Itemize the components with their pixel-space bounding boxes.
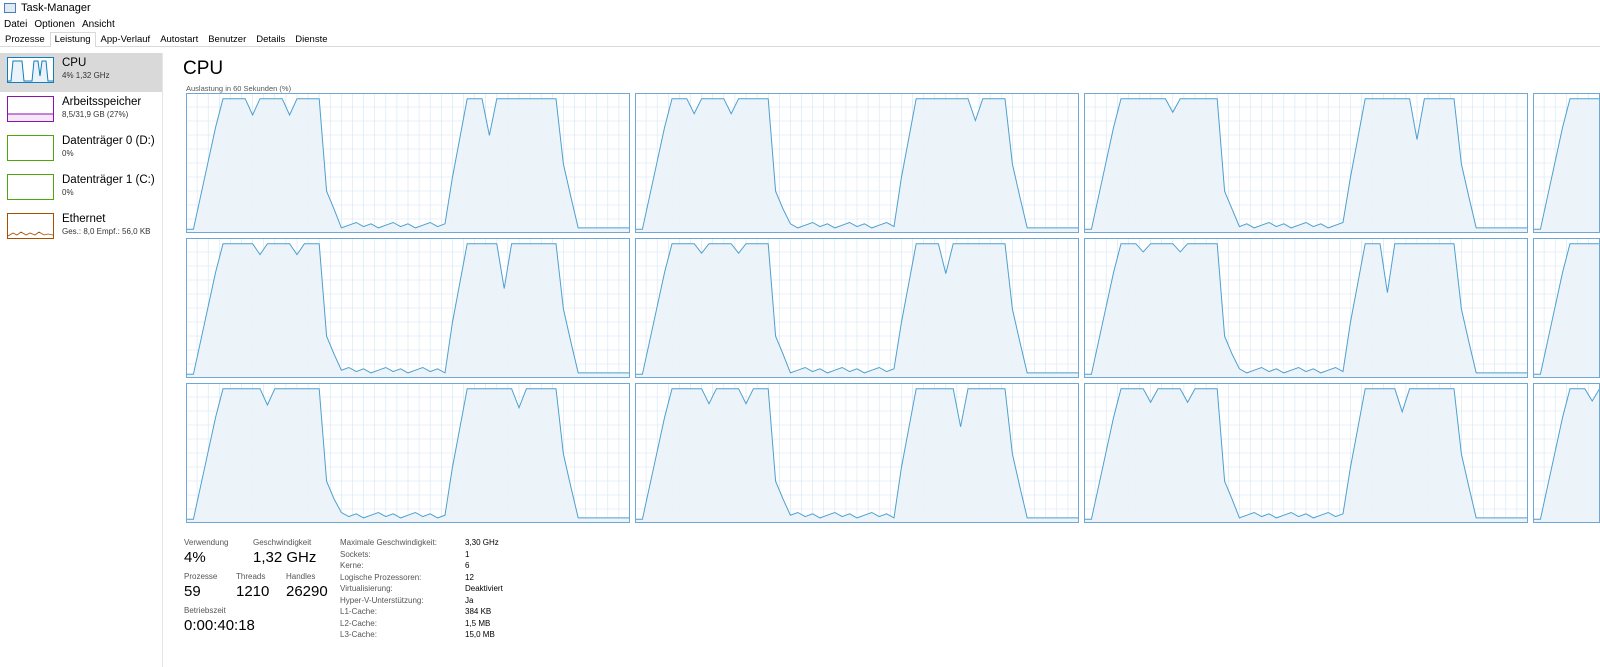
menu-file[interactable]: Datei: [0, 19, 30, 30]
logical-processor-graph: [186, 238, 630, 378]
detail-value: 384 KB: [465, 607, 492, 616]
sidebar-item-label: Datenträger 1 (C:): [62, 174, 155, 186]
logical-processor-graph: [1084, 383, 1528, 523]
detail-key: Virtualisierung:: [340, 584, 393, 593]
detail-key: Hyper-V-Unterstützung:: [340, 595, 424, 605]
detail-key: L1-Cache:: [340, 607, 377, 616]
detail-key: Kerne:: [340, 561, 364, 570]
tab-startup[interactable]: Autostart: [155, 32, 203, 46]
cpu-thumbnail-graph: [7, 57, 54, 83]
handles-value: 26290: [286, 583, 328, 600]
processes-label: Prozesse: [184, 572, 218, 581]
disk-1-thumbnail-graph: [7, 174, 54, 200]
speed-label: Geschwindigkeit: [253, 538, 312, 547]
logical-processor-graph: [1533, 238, 1600, 378]
detail-value: 6: [465, 561, 470, 570]
usage-label: Verwendung: [184, 538, 229, 547]
tab-details[interactable]: Details: [251, 32, 290, 46]
sidebar-item-ethernet[interactable]: Ethernet Ges.: 8,0 Empf.: 56,0 KB: [0, 209, 162, 248]
task-manager-icon: [4, 3, 16, 13]
detail-value: 15,0 MB: [465, 630, 495, 639]
handles-label: Handles: [286, 572, 316, 581]
page-title: CPU: [183, 58, 224, 79]
sidebar-item-value: Ges.: 8,0 Empf.: 56,0 KB: [62, 227, 151, 236]
menu-bar: Datei Optionen Ansicht: [0, 16, 118, 32]
logical-processor-graph: [1084, 238, 1528, 378]
ethernet-thumbnail-graph: [7, 213, 54, 239]
sidebar-item-label: Datenträger 0 (D:): [62, 135, 155, 147]
usage-value: 4%: [184, 549, 206, 566]
menu-options[interactable]: Optionen: [30, 19, 78, 30]
tab-users[interactable]: Benutzer: [203, 32, 251, 46]
uptime-value: 0:00:40:18: [184, 617, 255, 634]
logical-processor-graph: [186, 383, 630, 523]
sidebar-item-value: 0%: [62, 149, 74, 158]
uptime-label: Betriebszeit: [184, 606, 226, 615]
detail-value: 1: [465, 549, 470, 559]
sidebar-item-label: CPU: [62, 57, 87, 69]
sidebar-item-memory[interactable]: Arbeitsspeicher 8,5/31,9 GB (27%): [0, 92, 162, 131]
sidebar-item-disk-1[interactable]: Datenträger 1 (C:) 0%: [0, 170, 162, 209]
memory-thumbnail-graph: [7, 96, 54, 122]
performance-sidebar: CPU 4% 1,32 GHz Arbeitsspeicher 8,5/31,9…: [0, 53, 163, 667]
detail-value: Deaktiviert: [465, 584, 503, 593]
tab-services[interactable]: Dienste: [290, 32, 332, 46]
disk-0-thumbnail-graph: [7, 135, 54, 161]
detail-value: 1,5 MB: [465, 618, 491, 628]
logical-processor-graph: [1533, 93, 1600, 233]
sidebar-item-disk-0[interactable]: Datenträger 0 (D:) 0%: [0, 131, 162, 170]
sidebar-item-value: 8,5/31,9 GB (27%): [62, 110, 129, 119]
sidebar-item-value: 4% 1,32 GHz: [62, 71, 110, 80]
tab-app-history[interactable]: App-Verlauf: [96, 32, 156, 46]
logical-processor-graph: [186, 93, 630, 233]
detail-key: L3-Cache:: [340, 630, 377, 639]
sidebar-item-value: 0%: [62, 188, 74, 197]
sidebar-item-label: Ethernet: [62, 213, 106, 225]
logical-processor-graph: [1533, 383, 1600, 523]
logical-processor-graph: [635, 238, 1079, 378]
logical-processor-graph: [635, 93, 1079, 233]
logical-processor-graphs: [172, 93, 1600, 523]
tab-processes[interactable]: Prozesse: [0, 32, 50, 46]
sidebar-item-cpu[interactable]: CPU 4% 1,32 GHz: [0, 53, 162, 92]
detail-value: 12: [465, 572, 474, 582]
speed-value: 1,32 GHz: [253, 549, 317, 566]
logical-processor-graph: [1084, 93, 1528, 233]
detail-value: 3,30 GHz: [465, 538, 499, 547]
graph-caption: Auslastung in 60 Sekunden (%): [186, 84, 292, 93]
sidebar-item-label: Arbeitsspeicher: [62, 96, 142, 108]
processes-value: 59: [184, 583, 201, 600]
cpu-graphs-svg: [186, 93, 1600, 523]
threads-value: 1210: [236, 583, 270, 600]
detail-key: Sockets:: [340, 549, 371, 559]
detail-key: L2-Cache:: [340, 618, 377, 628]
threads-label: Threads: [236, 572, 266, 581]
detail-key: Logische Prozessoren:: [340, 572, 422, 582]
logical-processor-graph: [635, 383, 1079, 523]
tab-bar: Prozesse Leistung App-Verlauf Autostart …: [0, 32, 1600, 47]
window-title: Task-Manager: [21, 2, 91, 14]
title-bar: Task-Manager: [0, 0, 1600, 16]
cpu-detail-panel: CPU Auslastung in 60 Sekunden (%) Verwen…: [172, 53, 1600, 667]
detail-key: Maximale Geschwindigkeit:: [340, 538, 437, 547]
detail-value: Ja: [465, 595, 474, 605]
tab-performance[interactable]: Leistung: [49, 32, 96, 47]
menu-view[interactable]: Ansicht: [78, 19, 118, 30]
